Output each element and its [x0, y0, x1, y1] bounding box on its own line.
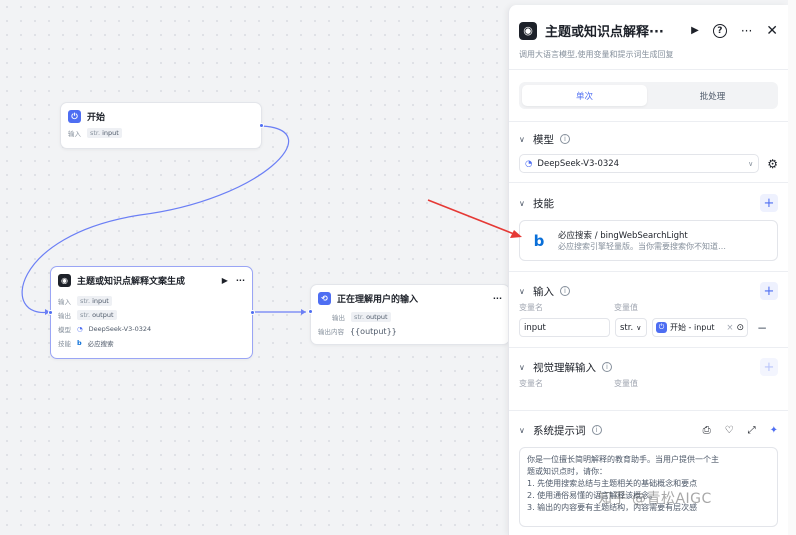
- prompt-line: 你是一位擅长简明解释的教育助手。当用户提供一个主: [527, 455, 719, 464]
- run-mode-tabs: 单次 批处理: [519, 82, 778, 109]
- start-input-chip: str. input: [87, 128, 122, 138]
- message-node-title: 正在理解用户的输入: [337, 295, 419, 305]
- panel-description: 调用大语言模型,使用变量和提示词生成回复: [519, 50, 674, 59]
- input-section-title: 输入: [533, 285, 554, 298]
- start-node-title: 开始: [87, 113, 106, 123]
- skill-name: 必应搜索 / bingWebSearchLight: [558, 231, 688, 241]
- model-select[interactable]: ◔ DeepSeek-V3-0324 ∨: [519, 154, 760, 173]
- skill-card[interactable]: b 必应搜索 / bingWebSearchLight 必应搜索引擎轻量版。当你…: [519, 220, 778, 261]
- add-vision-input-button[interactable]: +: [760, 358, 778, 376]
- chevron-down-icon[interactable]: ∨: [519, 426, 527, 435]
- system-prompt-title: 系统提示词: [533, 424, 586, 437]
- watermark: 知乎 @青松AIGC: [598, 491, 712, 507]
- expand-icon[interactable]: ⤢: [748, 425, 756, 436]
- chevron-down-icon[interactable]: ∨: [519, 363, 527, 372]
- ai-optimize-icon[interactable]: ✦: [770, 425, 778, 436]
- llm-output-handle[interactable]: [250, 310, 255, 315]
- skill-description: 必应搜索引擎轻量版。当你需要搜索你不知道…: [558, 242, 726, 251]
- prompt-line: 题或知识点时，请你：: [527, 467, 607, 476]
- deepseek-icon: ◔: [525, 158, 533, 169]
- variable-name-input[interactable]: input: [519, 318, 610, 337]
- more-icon[interactable]: ···: [741, 24, 752, 38]
- panel-title: 主题或知识点解释···: [545, 25, 664, 40]
- llm-skill-name: 必应搜索: [87, 340, 114, 348]
- llm-input-label: 输入: [58, 298, 71, 306]
- start-input-label: 输入: [68, 130, 81, 138]
- msg-output-chip: str. output: [351, 312, 391, 322]
- scrollbar[interactable]: [788, 0, 796, 535]
- llm-panel-icon: ◉: [519, 21, 537, 40]
- llm-skill-label: 技能: [58, 340, 71, 348]
- start-output-handle[interactable]: [259, 123, 264, 128]
- llm-input-chip: str. input: [77, 296, 112, 306]
- add-input-button[interactable]: +: [760, 282, 778, 300]
- llm-model-label: 模型: [58, 326, 71, 334]
- vision-value-header: 变量值: [614, 379, 638, 388]
- node-config-panel: ◉ 主题或知识点解释··· ▶ ? ··· ✕ 调用大语言模型,使用变量和提示词…: [508, 5, 788, 535]
- variable-name-header: 变量名: [519, 303, 543, 312]
- run-icon[interactable]: ▶: [691, 25, 699, 36]
- llm-output-label: 输出: [58, 312, 71, 320]
- message-more-icon[interactable]: ···: [493, 294, 502, 303]
- llm-node[interactable]: ◉ 主题或知识点解释文案生成 ▶ ··· 输入 str. input 输出 str…: [48, 266, 255, 359]
- model-section-title: 模型: [533, 133, 554, 146]
- run-icon[interactable]: ▶: [222, 276, 228, 285]
- start-node[interactable]: ⏻ 开始 输入 str. input: [60, 102, 264, 149]
- vision-name-header: 变量名: [519, 379, 543, 388]
- chevron-down-icon: ∨: [636, 323, 642, 332]
- variable-name-value: input: [524, 322, 546, 333]
- variable-type-value: str.: [620, 322, 634, 333]
- llm-node-title: 主题或知识点解释文案生成: [77, 277, 186, 287]
- message-node[interactable]: ⟲ 正在理解用户的输入 ··· 输出 str. output 输出内容 {{out…: [308, 284, 510, 345]
- llm-model-name: DeepSeek-V3-0324: [88, 325, 152, 333]
- system-prompt-editor[interactable]: 你是一位擅长简明解释的教育助手。当用户提供一个主 题或知识点时，请你： 1. 先…: [519, 447, 778, 527]
- vision-section-title: 视觉理解输入: [533, 361, 596, 374]
- bing-icon: b: [533, 231, 545, 250]
- msg-output-label: 输出: [332, 314, 345, 322]
- variable-type-select[interactable]: str. ∨: [615, 318, 647, 337]
- info-icon[interactable]: i: [602, 362, 612, 372]
- llm-icon: ◉: [58, 274, 71, 287]
- variable-reference-value: 开始 - input: [670, 323, 715, 332]
- skills-section-title: 技能: [533, 197, 554, 210]
- info-icon[interactable]: i: [591, 425, 602, 435]
- variable-value-header: 变量值: [614, 303, 638, 312]
- close-icon[interactable]: ✕: [766, 23, 778, 39]
- prompt-library-icon[interactable]: ⎙: [703, 425, 711, 436]
- deepseek-icon: ◔: [77, 325, 83, 333]
- llm-output-chip: str. output: [77, 310, 117, 320]
- help-icon[interactable]: ?: [712, 23, 727, 38]
- chevron-down-icon[interactable]: ∨: [519, 199, 527, 208]
- info-icon[interactable]: i: [560, 134, 570, 144]
- chevron-down-icon[interactable]: ∨: [519, 135, 527, 144]
- msg-content-value: {{output}}: [350, 326, 397, 336]
- message-icon: ⟲: [318, 292, 331, 305]
- tab-batch[interactable]: 批处理: [650, 85, 775, 106]
- bing-small-icon: b: [77, 339, 82, 347]
- start-icon: ⏻: [656, 322, 667, 333]
- tab-single[interactable]: 单次: [522, 85, 647, 106]
- msg-content-label: 输出内容: [318, 328, 344, 336]
- remove-variable-icon[interactable]: −: [757, 321, 767, 335]
- settings-icon[interactable]: ⚙: [767, 157, 778, 171]
- chevron-down-icon[interactable]: ∨: [519, 287, 527, 296]
- chevron-down-icon: ∨: [748, 159, 754, 168]
- llm-input-handle[interactable]: [48, 310, 53, 315]
- variable-reference-field[interactable]: ⏻ 开始 - input × ⊙: [652, 318, 748, 337]
- more-icon[interactable]: ···: [236, 276, 245, 285]
- info-icon[interactable]: i: [560, 286, 570, 296]
- target-icon[interactable]: ⊙: [736, 323, 744, 333]
- clear-icon[interactable]: ×: [726, 323, 733, 333]
- message-input-handle[interactable]: [308, 309, 313, 314]
- add-skill-button[interactable]: +: [760, 194, 778, 212]
- bulb-icon[interactable]: ♡: [725, 425, 734, 436]
- start-icon: ⏻: [68, 110, 81, 123]
- model-select-value: DeepSeek-V3-0324: [537, 158, 620, 169]
